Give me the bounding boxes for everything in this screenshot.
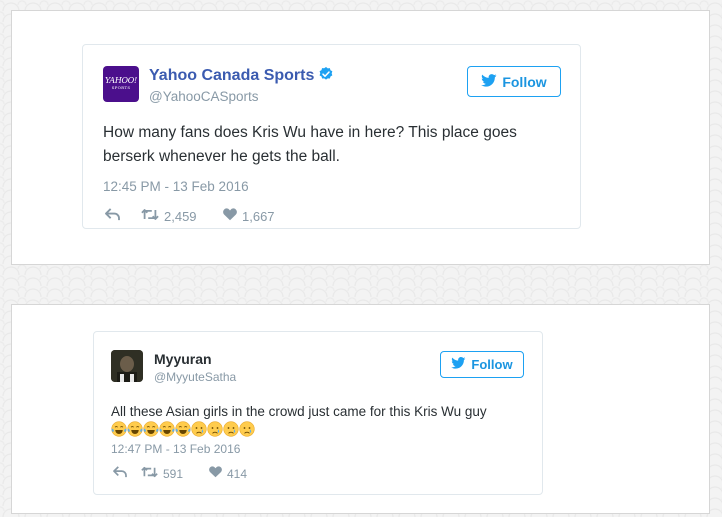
heart-icon: [209, 466, 222, 481]
face-with-tears-of-joy-icon: [175, 421, 191, 437]
tweet-timestamp[interactable]: 12:45 PM - 13 Feb 2016: [103, 179, 249, 194]
reply-button[interactable]: [113, 466, 141, 481]
tweet-actions: 2,459 1,667: [105, 208, 275, 224]
tweet-text: All these Asian girls in the crowd just …: [111, 404, 487, 419]
avatar[interactable]: [111, 350, 143, 382]
author-handle[interactable]: @YahooCASports: [149, 89, 259, 104]
face-with-tears-of-joy-icon: [159, 421, 175, 437]
like-count: 1,667: [242, 208, 275, 224]
follow-label: Follow: [502, 73, 547, 90]
twitter-bird-icon: [451, 357, 466, 372]
retweet-icon: [141, 466, 158, 481]
crying-face-icon: [191, 421, 207, 437]
avatar[interactable]: YAHOO! SPORTS: [103, 66, 139, 102]
author-handle[interactable]: @MyyuteSatha: [154, 370, 236, 384]
retweet-icon: [141, 208, 159, 224]
reply-icon: [105, 208, 120, 224]
tweet-card: YAHOO! SPORTS Yahoo Canada Sports @Yahoo…: [82, 44, 581, 229]
crying-face-icon: [239, 421, 255, 437]
embed-panel-2: Myyuran @MyyuteSatha Follow All these As…: [11, 304, 710, 514]
crying-face-icon: [223, 421, 239, 437]
face-with-tears-of-joy-icon: [143, 421, 159, 437]
tweet-timestamp[interactable]: 12:47 PM - 13 Feb 2016: [111, 442, 240, 456]
heart-icon: [223, 208, 237, 224]
retweet-count: 2,459: [164, 208, 197, 224]
reply-icon: [113, 466, 127, 481]
author-name[interactable]: Myyuran: [154, 351, 212, 367]
tweet-card: Myyuran @MyyuteSatha Follow All these As…: [93, 331, 543, 495]
twitter-bird-icon: [481, 73, 497, 90]
emoji-row: [111, 421, 255, 437]
retweet-count: 591: [163, 466, 184, 481]
tweet-text: How many fans does Kris Wu have in here?…: [103, 124, 517, 166]
like-button[interactable]: 1,667: [223, 208, 275, 224]
face-with-tears-of-joy-icon: [111, 421, 127, 437]
reply-button[interactable]: [105, 208, 141, 224]
follow-button[interactable]: Follow: [440, 351, 524, 378]
avatar-logo-subtext: SPORTS: [111, 85, 131, 90]
embed-panel-1: YAHOO! SPORTS Yahoo Canada Sports @Yahoo…: [11, 10, 710, 265]
tweet-actions: 591 414: [113, 466, 247, 481]
crying-face-icon: [207, 421, 223, 437]
face-with-tears-of-joy-icon: [127, 421, 143, 437]
like-button[interactable]: 414: [209, 466, 247, 481]
follow-button[interactable]: Follow: [467, 66, 561, 97]
retweet-button[interactable]: 2,459: [141, 208, 223, 224]
like-count: 414: [227, 466, 248, 481]
author-name[interactable]: Yahoo Canada Sports: [149, 67, 314, 84]
author-name-row[interactable]: Yahoo Canada Sports: [149, 66, 334, 87]
retweet-button[interactable]: 591: [141, 466, 209, 481]
follow-label: Follow: [471, 357, 513, 372]
verified-badge-icon: [318, 66, 334, 87]
avatar-logo-text: YAHOO!: [105, 76, 137, 85]
